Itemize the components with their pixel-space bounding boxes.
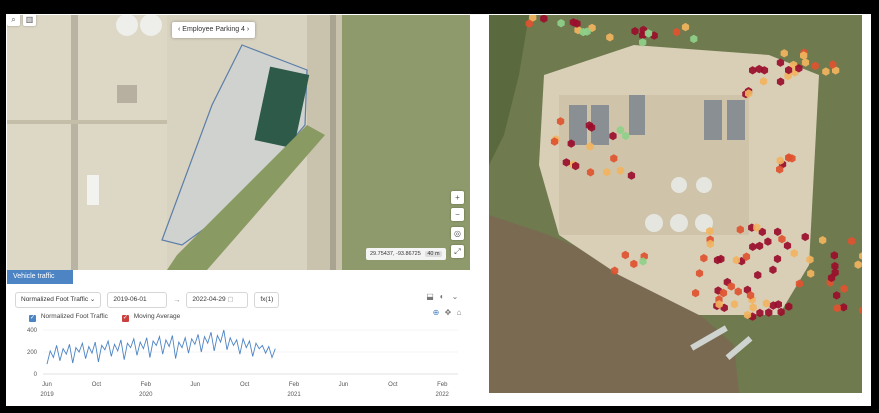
collapse-icon[interactable]: ⌄ bbox=[450, 292, 460, 302]
metric-select[interactable]: Normalized Foot Traffic ⌄ bbox=[15, 292, 102, 308]
zoom-tool-icon[interactable]: ⊕ bbox=[431, 308, 441, 318]
chart-panel: Vehicle traffic Normalized Foot Traffic … bbox=[7, 270, 470, 403]
chevron-left-icon[interactable]: ‹ bbox=[178, 26, 180, 33]
y-tick-label: 400 bbox=[27, 328, 38, 334]
coordinate-readout: 29.75437, -93.86725 40 m bbox=[366, 248, 446, 260]
chart-legend: ✓ Normalized Foot Traffic ✓ Moving Avera… bbox=[29, 313, 180, 322]
start-date-input[interactable]: 2019-06-01 bbox=[107, 292, 168, 308]
reset-icon[interactable]: ⌂ bbox=[454, 308, 464, 318]
x-tick-label: Oct bbox=[240, 382, 250, 388]
heatmap-map[interactable] bbox=[489, 15, 862, 393]
layers-icon[interactable]: ▥ bbox=[23, 15, 36, 26]
legend-item-moving-average[interactable]: ✓ Moving Average bbox=[121, 313, 181, 322]
checkbox-icon[interactable]: ✓ bbox=[121, 315, 129, 322]
x-tick-label: Feb bbox=[289, 382, 300, 388]
metric-select-value: Normalized Foot Traffic bbox=[21, 296, 89, 303]
tab-vehicle-traffic[interactable]: Vehicle traffic bbox=[7, 270, 73, 284]
satellite-map-left[interactable] bbox=[7, 15, 470, 270]
formula-button[interactable]: fx(1) bbox=[254, 292, 280, 308]
x-tick-label: Feb bbox=[437, 382, 448, 388]
toggle-icon[interactable]: ◐ bbox=[437, 292, 447, 302]
location-label: Employee Parking 4 bbox=[182, 26, 245, 33]
formula-label: fx(1) bbox=[260, 296, 274, 303]
fullscreen-icon[interactable]: ⤢ bbox=[451, 245, 464, 258]
zoom-in-button[interactable]: + bbox=[451, 191, 464, 204]
download-icon[interactable]: ⬓ bbox=[425, 292, 435, 302]
legend-label: Moving Average bbox=[133, 313, 181, 320]
map-style-icon[interactable]: ◎ bbox=[451, 227, 464, 240]
x-tick-label: Oct bbox=[388, 382, 398, 388]
x-tick-year: 2022 bbox=[436, 392, 450, 398]
chevron-right-icon[interactable]: › bbox=[247, 26, 249, 33]
x-tick-label: Jun bbox=[190, 382, 200, 388]
right-panel bbox=[489, 15, 862, 393]
search-icon[interactable]: ⌕ bbox=[7, 15, 20, 26]
x-tick-label: Feb bbox=[141, 382, 152, 388]
y-tick-label: 200 bbox=[27, 350, 38, 356]
chart-toolbar: Normalized Foot Traffic ⌄ 2019-06-01 → 2… bbox=[15, 292, 280, 308]
x-tick-label: Jun bbox=[339, 382, 349, 388]
x-tick-year: 2021 bbox=[287, 392, 301, 398]
calendar-icon[interactable]: ▢ bbox=[227, 296, 233, 303]
checkbox-icon[interactable]: ✓ bbox=[29, 315, 36, 322]
y-tick-label: 0 bbox=[34, 372, 38, 378]
series-line-foot-traffic bbox=[46, 329, 276, 365]
scale-pill: 40 m bbox=[425, 251, 442, 257]
x-tick-year: 2020 bbox=[139, 392, 153, 398]
pan-tool-icon[interactable]: ✥ bbox=[443, 308, 453, 318]
traffic-chart[interactable]: 400 200 0 Jun 2019 Oct Feb 2020 Jun Oct Feb 2021 Jun… bbox=[7, 326, 470, 403]
start-date-value: 2019-06-01 bbox=[113, 296, 147, 303]
left-panel: ⌕ ▥ ‹ Employee Parking 4 › + − ◎ ⤢ 29.75… bbox=[7, 15, 470, 403]
zoom-out-button[interactable]: − bbox=[451, 208, 464, 221]
x-tick-year: 2019 bbox=[40, 392, 54, 398]
date-separator: → bbox=[173, 296, 181, 304]
coordinate-text: 29.75437, -93.86725 bbox=[370, 251, 421, 257]
x-tick-label: Jun bbox=[42, 382, 52, 388]
location-label-chip[interactable]: ‹ Employee Parking 4 › bbox=[172, 22, 256, 38]
end-date-input[interactable]: 2022-04-29 ▢ bbox=[186, 292, 249, 308]
x-tick-label: Oct bbox=[92, 382, 102, 388]
legend-label: Normalized Foot Traffic bbox=[40, 313, 108, 320]
chevron-down-icon: ⌄ bbox=[89, 296, 96, 303]
end-date-value: 2022-04-29 bbox=[192, 296, 226, 303]
legend-item-foot-traffic[interactable]: ✓ Normalized Foot Traffic bbox=[29, 313, 108, 322]
